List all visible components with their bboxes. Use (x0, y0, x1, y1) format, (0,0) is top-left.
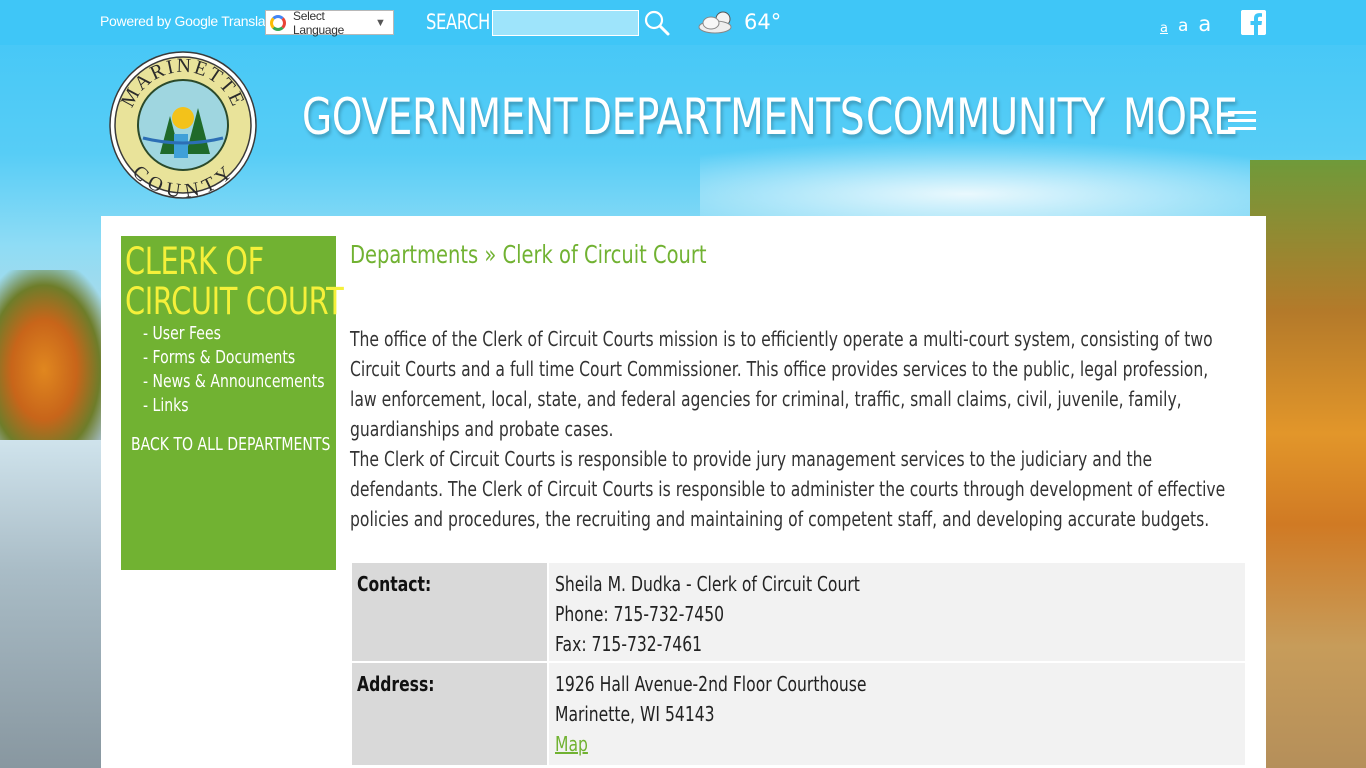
search-label: SEARCH (426, 10, 490, 34)
responsibilities-paragraph: The Clerk of Circuit Courts is responsib… (350, 447, 1226, 531)
language-select[interactable]: Select Language ▼ (265, 8, 394, 37)
hamburger-icon[interactable] (1228, 110, 1256, 132)
font-size-large-button[interactable]: a (1198, 12, 1211, 36)
search-input[interactable] (492, 10, 639, 36)
search-button[interactable] (643, 9, 671, 37)
breadcrumb: Departments » Clerk of Circuit Court (350, 240, 707, 269)
nav-more[interactable]: MORE (1123, 88, 1238, 146)
address-label-cell: Address: (352, 663, 547, 765)
back-to-departments-link[interactable]: BACK TO ALL DEPARTMENTS (131, 434, 330, 455)
contact-value-cell: Sheila M. Dudka - Clerk of Circuit Court… (549, 563, 1245, 661)
intro-paragraph: The office of the Clerk of Circuit Court… (350, 327, 1213, 441)
temperature: 64° (744, 10, 782, 34)
background-water-left (0, 440, 110, 768)
address-line2: Marinette, WI 54143 (555, 702, 715, 726)
cloud-sun-icon (698, 11, 732, 34)
nav-community[interactable]: COMMUNITY (866, 88, 1105, 146)
info-table: Contact: Sheila M. Dudka - Clerk of Circ… (352, 563, 1245, 767)
main-nav: GOVERNMENT DEPARTMENTS COMMUNITY MORE (0, 88, 1366, 158)
font-size-controls: a a a (1160, 8, 1211, 36)
font-size-small-button[interactable]: a (1160, 21, 1168, 36)
caret-down-icon: ▼ (375, 16, 386, 29)
breadcrumb-current: Clerk of Circuit Court (502, 240, 707, 269)
contact-fax: Fax: 715-732-7461 (555, 632, 703, 656)
facebook-icon[interactable] (1241, 10, 1266, 35)
sidebar-item-links[interactable]: Links (143, 394, 325, 418)
sidebar-title-line2: CIRCUIT COURT (125, 280, 344, 323)
department-sidebar: CLERK OF CIRCUIT COURT User Fees Forms &… (121, 236, 344, 570)
background-trees-right (1250, 160, 1366, 768)
contact-label: Contact: (357, 572, 432, 596)
language-select-text: Select Language (293, 8, 344, 37)
magnifier-icon (644, 10, 670, 36)
google-icon (270, 14, 286, 31)
table-row: Contact: Sheila M. Dudka - Clerk of Circ… (352, 563, 1245, 663)
font-size-medium-button[interactable]: a (1178, 16, 1188, 36)
breadcrumb-separator: » (478, 240, 503, 269)
sidebar-item-user-fees[interactable]: User Fees (143, 322, 325, 346)
google-translate-label: Powered by Google Translate (100, 13, 277, 29)
address-value-cell: 1926 Hall Avenue-2nd Floor Courthouse Ma… (549, 663, 1245, 765)
contact-phone: Phone: 715-732-7450 (555, 602, 725, 626)
address-line1: 1926 Hall Avenue-2nd Floor Courthouse (555, 672, 867, 696)
contact-name: Sheila M. Dudka - Clerk of Circuit Court (555, 572, 860, 596)
nav-departments[interactable]: DEPARTMENTS (582, 88, 865, 146)
map-link[interactable]: Map (555, 729, 1089, 759)
sidebar-menu: User Fees Forms & Documents News & Annou… (143, 322, 376, 418)
nav-government[interactable]: GOVERNMENT (302, 88, 578, 146)
table-row: Address: 1926 Hall Avenue-2nd Floor Cour… (352, 663, 1245, 767)
sidebar-item-forms-documents[interactable]: Forms & Documents (143, 346, 325, 370)
contact-label-cell: Contact: (352, 563, 547, 661)
top-bar: Powered by Google Translate Select Langu… (0, 0, 1366, 45)
sidebar-title-line1: CLERK OF (125, 240, 264, 283)
breadcrumb-departments[interactable]: Departments (350, 240, 478, 269)
sidebar-item-news-announcements[interactable]: News & Announcements (143, 370, 325, 394)
sidebar-title: CLERK OF CIRCUIT COURT (125, 240, 344, 323)
address-label: Address: (357, 672, 435, 696)
